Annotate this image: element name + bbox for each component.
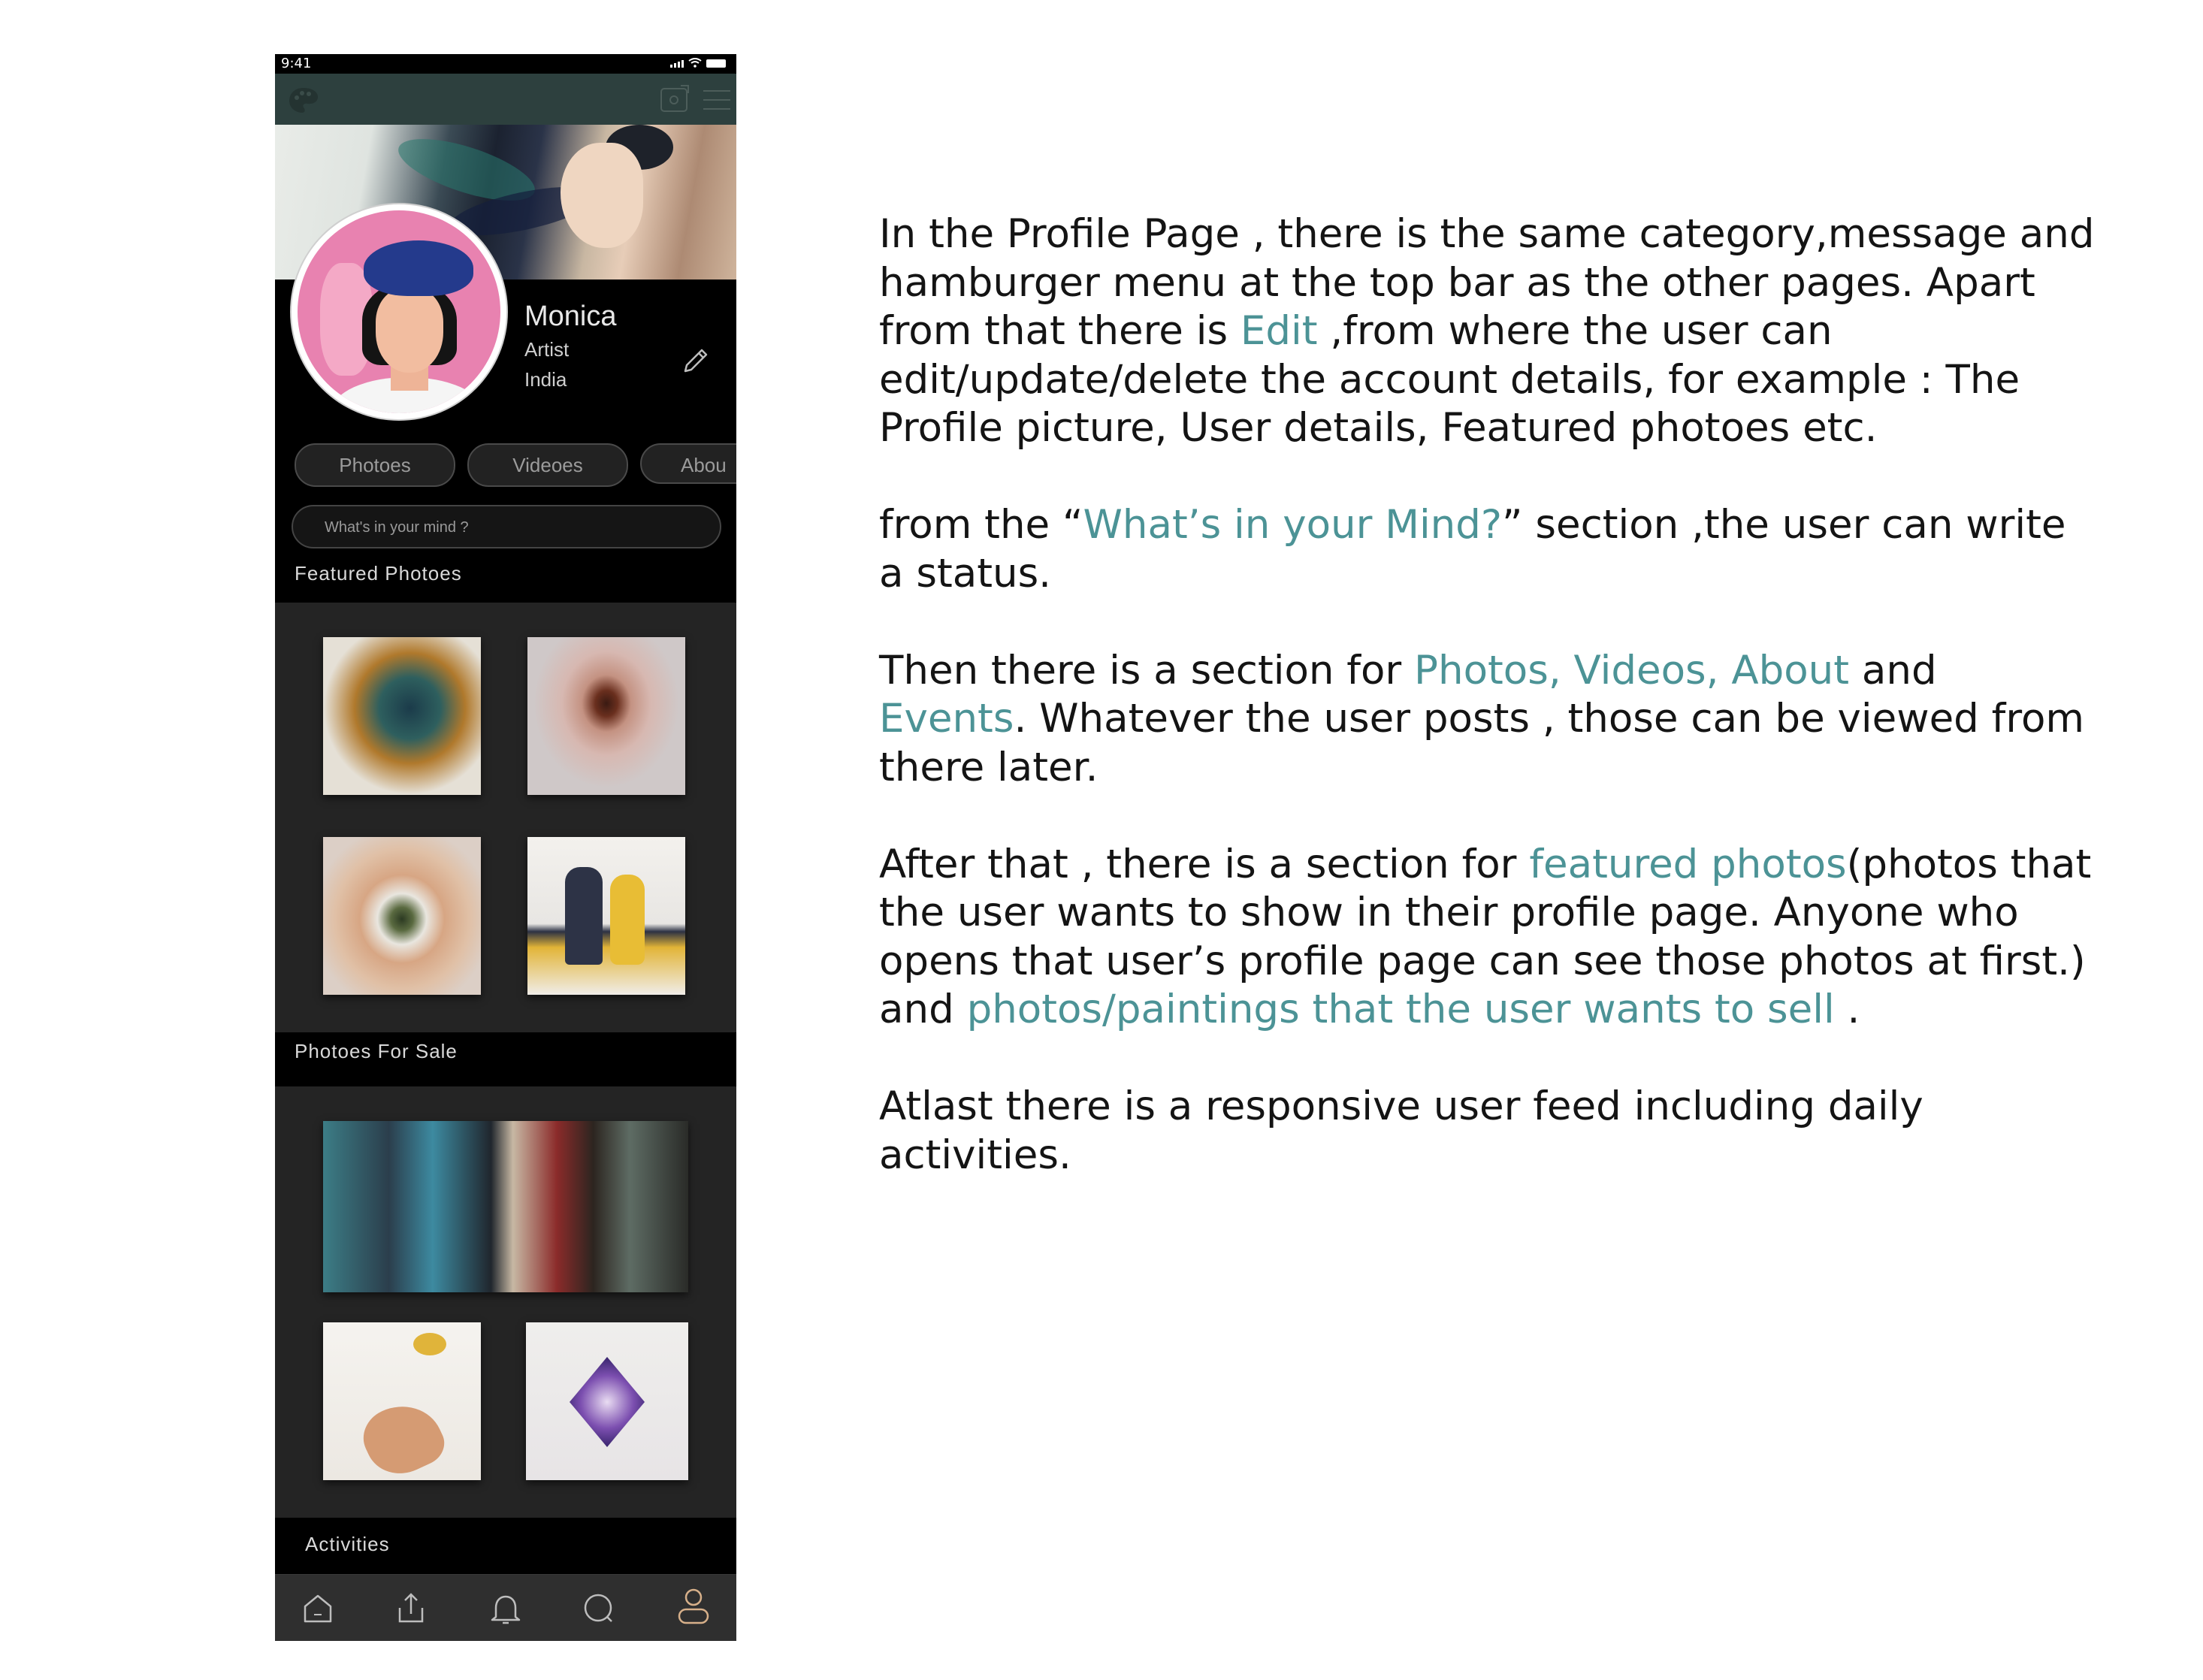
text-run: Then there is a section for (879, 647, 1415, 693)
battery-icon (706, 59, 726, 68)
text-run: . (1834, 987, 1860, 1032)
featured-photo-eye-closeup[interactable] (527, 637, 685, 795)
tab-photoes[interactable]: Photoes (295, 443, 455, 487)
highlight-photos-videos-about: Photos, Videos, About (1414, 647, 1850, 693)
highlight-edit: Edit (1240, 308, 1318, 354)
highlight-whats-in-your-mind: What’s in your Mind? (1083, 502, 1503, 548)
description-paragraph-4: After that , there is a section for feat… (879, 841, 2096, 1035)
highlight-featured-photos: featured photos (1529, 841, 1847, 887)
profile-name: Monica (524, 301, 617, 332)
featured-photo-green-eye[interactable] (323, 837, 481, 995)
profile-icon[interactable] (676, 1587, 711, 1626)
upload-icon[interactable] (394, 1591, 428, 1626)
profile-role: Artist (524, 338, 570, 361)
description-paragraph-1: In the Profile Page , there is the same … (879, 210, 2096, 453)
text-run: from the “ (879, 502, 1083, 548)
tab-about[interactable]: Abou (640, 443, 736, 484)
tab-videoes[interactable]: Videoes (467, 443, 628, 487)
photos-for-sale-panel (275, 1086, 736, 1518)
profile-tabs: Photoes Videoes Abou (295, 443, 736, 488)
bottom-nav (275, 1574, 736, 1641)
notification-bell-icon[interactable] (488, 1591, 523, 1626)
message-icon[interactable] (658, 84, 691, 114)
sale-photo-jokers[interactable] (323, 1121, 688, 1292)
featured-photos-panel (275, 603, 736, 1032)
top-bar (275, 74, 736, 125)
highlight-photos-to-sell: photos/paintings that the user wants to … (966, 987, 1835, 1032)
sale-photo-hand-flower[interactable] (323, 1322, 481, 1485)
highlight-events: Events (879, 696, 1014, 742)
search-icon[interactable] (582, 1591, 616, 1626)
featured-photo-deer[interactable] (323, 637, 481, 795)
description-paragraph-5: Atlast there is a responsive user feed i… (879, 1083, 2096, 1180)
wifi-icon (688, 58, 702, 68)
text-run: Atlast there is a responsive user feed i… (879, 1083, 1923, 1178)
status-time: 9:41 (281, 56, 312, 71)
profile-avatar[interactable] (292, 204, 506, 419)
description-paragraph-3: Then there is a section for Photos, Vide… (879, 647, 2096, 793)
photos-for-sale-heading: Photoes For Sale (295, 1040, 458, 1062)
sale-photo-galaxy-hands[interactable] (526, 1322, 688, 1480)
signal-icon (670, 60, 684, 68)
description-paragraph-2: from the “What’s in your Mind?” section … (879, 501, 2096, 598)
home-icon[interactable] (301, 1591, 335, 1626)
featured-photo-couple[interactable] (527, 837, 685, 995)
palette-icon[interactable] (287, 86, 320, 116)
status-input[interactable]: What's in your mind ? (292, 505, 721, 548)
edit-pencil-icon[interactable] (679, 346, 711, 377)
text-run: and (1849, 647, 1937, 693)
text-run: . Whatever the user posts , those can be… (879, 696, 2085, 790)
phone-mockup: 9:41 Monica Artist India Photoes Videoes… (275, 54, 736, 1641)
description-text: In the Profile Page , there is the same … (879, 210, 2096, 1228)
status-bar: 9:41 (275, 54, 736, 74)
status-indicators (670, 58, 726, 68)
hamburger-menu-icon[interactable] (702, 86, 732, 116)
activities-heading: Activities (305, 1533, 390, 1555)
text-run: After that , there is a section for (879, 841, 1530, 887)
profile-location: India (524, 368, 567, 391)
featured-photos-heading: Featured Photoes (295, 562, 462, 585)
